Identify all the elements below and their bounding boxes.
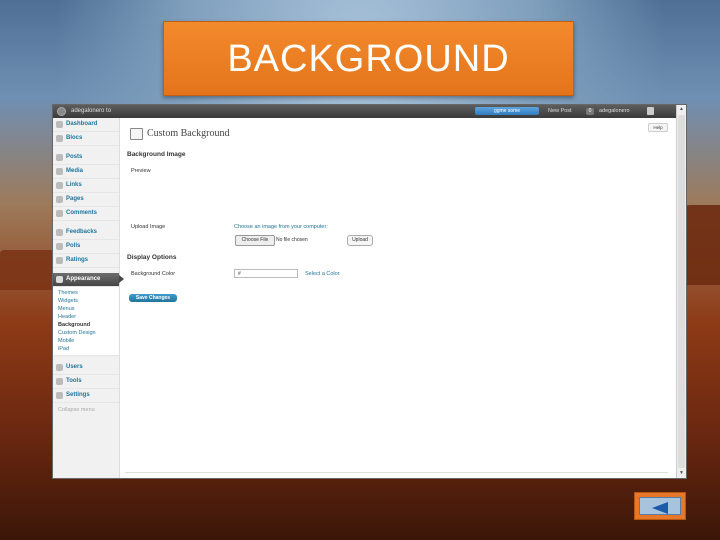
slide-title: BACKGROUND (163, 21, 574, 96)
section-title-display-options: Display Options (127, 254, 177, 261)
pin-icon (56, 154, 63, 161)
sidebar-item-posts[interactable]: Posts (53, 151, 119, 165)
save-changes-button[interactable]: Save Changes (129, 294, 177, 302)
appearance-submenu: Themes Widgets Menus Header Background C… (53, 287, 119, 356)
media-icon (56, 168, 63, 175)
sidebar-item-media[interactable]: Media (53, 165, 119, 179)
submenu-item-menus[interactable]: Menus (58, 305, 119, 313)
sidebar-item-label: Polls (66, 243, 81, 249)
rating-icon (56, 257, 63, 264)
wordpress-logo-icon[interactable] (57, 107, 66, 116)
appearance-icon (56, 276, 63, 283)
poll-icon (56, 243, 63, 250)
scroll-up-icon[interactable]: ▲ (678, 106, 685, 113)
main-content: Help Custom Background Background Image … (125, 118, 668, 478)
sidebar-item-comments[interactable]: Comments (53, 207, 119, 221)
submenu-item-mobile[interactable]: Mobile (58, 337, 119, 345)
sidebar-item-label: Feedbacks (66, 229, 98, 235)
submenu-item-header[interactable]: Header (58, 313, 119, 321)
admin-sidebar: Dashboard Blocs Posts Media Links Pages … (53, 118, 124, 478)
blocs-icon (56, 135, 63, 142)
back-arrow-icon (652, 502, 668, 514)
back-button[interactable] (634, 492, 686, 520)
site-name[interactable]: adegalonero to (71, 108, 111, 114)
sidebar-item-feedbacks[interactable]: Feedbacks (53, 226, 119, 240)
sidebar-item-blocs[interactable]: Blocs (53, 132, 119, 146)
scenery-mesa-left (0, 250, 60, 290)
scroll-down-icon[interactable]: ▼ (678, 470, 685, 477)
submenu-item-custom-design[interactable]: Custom Design (58, 329, 119, 337)
sidebar-item-label: Media (66, 168, 84, 174)
new-post-link[interactable]: New Post (548, 108, 572, 114)
sidebar-item-label: Appearance (66, 276, 101, 282)
visit-site-button[interactable]: ggme some (475, 107, 539, 115)
select-color-link[interactable]: Select a Color (305, 271, 340, 277)
submenu-item-background[interactable]: Background (58, 321, 119, 329)
admin-bar: adegalonero to ggme some New Post 0 adeg… (53, 105, 686, 118)
sidebar-item-dashboard[interactable]: Dashboard (53, 118, 119, 132)
users-icon (56, 364, 63, 371)
comment-count-badge[interactable]: 0 (586, 108, 594, 115)
submenu-item-widgets[interactable]: Widgets (58, 297, 119, 305)
sidebar-item-settings[interactable]: Settings (53, 389, 119, 403)
background-color-input[interactable]: # (234, 269, 298, 278)
scroll-thumb[interactable] (678, 115, 685, 468)
appearance-page-icon (130, 128, 143, 140)
content-footer-divider (125, 472, 668, 473)
feedback-icon (56, 229, 63, 236)
page-title: Custom Background (147, 128, 230, 139)
sidebar-item-pages[interactable]: Pages (53, 193, 119, 207)
help-button[interactable]: Help (648, 123, 668, 132)
upload-button[interactable]: Upload (347, 235, 373, 246)
choose-file-button[interactable]: Choose File (235, 235, 275, 246)
sidebar-item-label: Pages (66, 196, 84, 202)
sidebar-item-appearance[interactable]: Appearance (53, 273, 124, 287)
sidebar-item-label: Ratings (66, 257, 89, 263)
sidebar-item-label: Dashboard (66, 121, 98, 127)
sidebar-item-label: Links (66, 182, 82, 188)
sidebar-item-tools[interactable]: Tools (53, 375, 119, 389)
submenu-item-themes[interactable]: Themes (58, 289, 119, 297)
sidebar-item-label: Posts (66, 154, 83, 160)
sidebar-item-users[interactable]: Users (53, 361, 119, 375)
wordpress-screenshot: adegalonero to ggme some New Post 0 adeg… (52, 104, 687, 479)
preview-label: Preview (131, 168, 151, 174)
page-scrollbar[interactable]: ▲ ▼ (676, 105, 686, 478)
page-icon (56, 196, 63, 203)
sidebar-item-polls[interactable]: Polls (53, 240, 119, 254)
upload-hint: Choose an image from your computer: (234, 224, 328, 230)
upload-image-label: Upload Image (131, 224, 166, 230)
user-menu[interactable]: adegalonero (599, 108, 630, 114)
sidebar-item-ratings[interactable]: Ratings (53, 254, 119, 268)
sidebar-item-label: Comments (66, 210, 98, 216)
comment-icon (56, 210, 63, 217)
link-icon (56, 182, 63, 189)
collapse-menu-link[interactable]: Collapse menu (53, 403, 119, 413)
dashboard-icon (56, 121, 63, 128)
sidebar-item-label: Blocs (66, 135, 83, 141)
sidebar-item-label: Tools (66, 378, 82, 384)
sidebar-item-links[interactable]: Links (53, 179, 119, 193)
background-color-label: Background Color (131, 271, 176, 277)
section-title-background-image: Background Image (127, 151, 186, 158)
sidebar-item-label: Users (66, 364, 83, 370)
tools-icon (56, 378, 63, 385)
settings-icon (56, 392, 63, 399)
file-status-text: No file chosen (276, 237, 308, 243)
submenu-item-ipad[interactable]: iPad (58, 345, 119, 353)
avatar[interactable] (647, 107, 654, 115)
sidebar-item-label: Settings (66, 392, 90, 398)
